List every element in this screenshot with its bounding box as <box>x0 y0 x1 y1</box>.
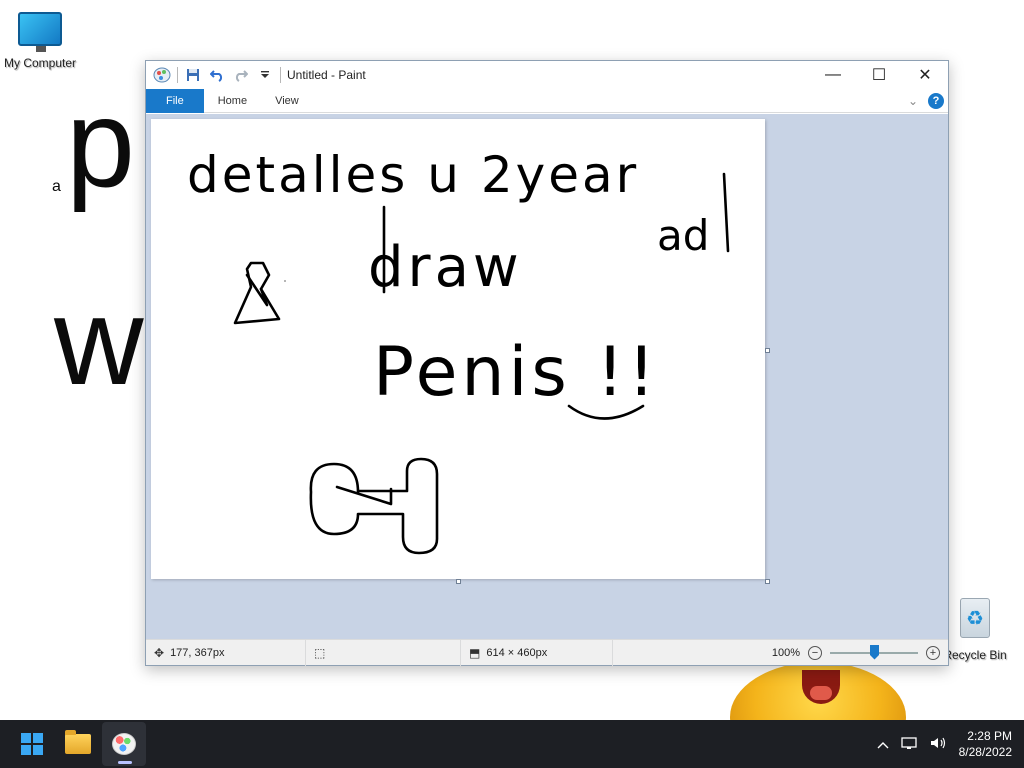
selection-size-cell: ⬚ <box>306 639 461 666</box>
paint-window: Untitled - Paint — ☐ ✕ File Home View ⌄ … <box>145 60 949 666</box>
emoji-mouth <box>802 670 840 704</box>
canvas-handwriting-draw: draw <box>368 235 523 300</box>
tab-home[interactable]: Home <box>204 89 261 113</box>
network-icon[interactable] <box>900 736 917 753</box>
selection-icon: ⬚ <box>314 645 326 660</box>
maximize-button[interactable]: ☐ <box>856 61 902 89</box>
clock-time: 2:28 PM <box>967 729 1012 743</box>
dropdown-icon[interactable] <box>256 66 274 84</box>
wallpaper-emoji-face <box>730 662 906 720</box>
tab-view[interactable]: View <box>261 89 313 113</box>
monitor-icon <box>18 12 62 52</box>
canvas-handwriting-penis: Penis !! <box>373 333 659 412</box>
ribbon-tabs: File Home View ⌄ ? <box>146 88 948 113</box>
canvas-stroke-shape <box>309 457 439 555</box>
desktop-icon-label: My Computer <box>3 56 77 70</box>
status-bar: ✥ 177, 367px ⬚ ⬒ 614 × 460px 100% − + <box>146 639 948 666</box>
image-size-icon: ⬒ <box>469 645 481 660</box>
title-bar[interactable]: Untitled - Paint — ☐ ✕ <box>146 61 948 89</box>
window-title: Untitled - Paint <box>287 68 366 82</box>
cursor-position-cell: ✥ 177, 367px <box>146 639 306 666</box>
zoom-in-button[interactable]: + <box>926 645 940 660</box>
minimize-button[interactable]: — <box>810 61 856 89</box>
canvas-resize-handle-right[interactable] <box>765 348 770 353</box>
canvas-stroke-shape <box>335 485 393 506</box>
zoom-controls: 100% − + <box>771 644 948 660</box>
canvas-stroke-line <box>722 172 730 253</box>
save-icon[interactable] <box>184 66 202 84</box>
wallpaper-letter-p: p <box>66 75 135 213</box>
move-cursor-icon: ✥ <box>154 645 165 660</box>
toolbar-separator <box>177 67 178 83</box>
canvas-workspace: detalles u 2year ad draw Penis !! <box>146 114 948 639</box>
image-size: 614 × 460px <box>486 646 548 659</box>
tab-file[interactable]: File <box>146 88 204 113</box>
canvas-resize-handle-bottom[interactable] <box>456 579 461 584</box>
quick-access-toolbar <box>146 66 281 84</box>
toolbar-separator <box>280 67 281 83</box>
canvas-stroke-doodle <box>233 261 281 325</box>
paint-palette-icon <box>112 733 136 755</box>
volume-icon[interactable] <box>929 736 947 753</box>
windows-logo-icon <box>21 733 43 755</box>
taskbar: 2:28 PM 8/28/2022 <box>0 720 1024 768</box>
wallpaper-letter-w: w <box>54 273 144 411</box>
drawing-canvas[interactable]: detalles u 2year ad draw Penis !! <box>151 119 765 579</box>
close-button[interactable]: ✕ <box>902 61 948 89</box>
system-tray: 2:28 PM 8/28/2022 <box>877 728 1024 760</box>
zoom-slider[interactable] <box>830 644 918 660</box>
canvas-drawing: detalles u 2year ad draw Penis !! <box>187 146 730 555</box>
image-size-cell: ⬒ 614 × 460px <box>461 639 613 666</box>
zoom-level: 100% <box>771 646 800 659</box>
window-controls: — ☐ ✕ <box>810 61 948 89</box>
chevron-down-icon[interactable]: ⌄ <box>908 94 918 108</box>
taskbar-clock[interactable]: 2:28 PM 8/28/2022 <box>959 728 1012 760</box>
paint-palette-icon[interactable] <box>153 66 171 84</box>
zoom-out-button[interactable]: − <box>808 645 822 660</box>
canvas-handwriting-ad: ad <box>657 211 709 260</box>
start-button[interactable] <box>10 722 54 766</box>
wallpaper-letter-a: a <box>52 178 61 195</box>
taskbar-paint[interactable] <box>102 722 146 766</box>
chevron-up-icon[interactable] <box>877 736 889 752</box>
redo-icon[interactable] <box>232 66 250 84</box>
help-button[interactable]: ? <box>928 92 944 109</box>
canvas-resize-handle-corner[interactable] <box>765 579 770 584</box>
cursor-position: 177, 367px <box>170 646 225 659</box>
folder-icon <box>65 730 91 754</box>
desktop-icon-my-computer[interactable]: My Computer <box>0 0 80 70</box>
taskbar-file-explorer[interactable] <box>56 722 100 766</box>
undo-icon[interactable] <box>208 66 226 84</box>
recycle-bin-icon: ♻ <box>960 598 990 638</box>
ribbon-right-controls: ⌄ ? <box>908 92 948 109</box>
emoji-tongue <box>810 686 832 700</box>
zoom-slider-thumb[interactable] <box>870 644 879 660</box>
canvas-stroke-dot <box>284 280 286 282</box>
canvas-handwriting-line-1: detalles u 2year <box>187 146 639 204</box>
clock-date: 8/28/2022 <box>958 745 1012 759</box>
